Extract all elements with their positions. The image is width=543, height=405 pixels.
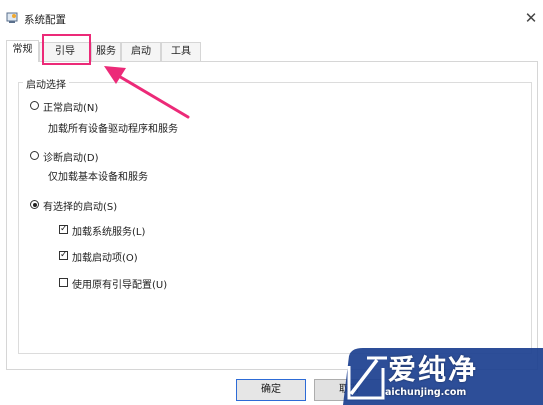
window-title: 系统配置 — [24, 14, 66, 26]
ok-button[interactable]: 确定 — [236, 379, 306, 401]
load-system-services-checkbox[interactable]: ✓ — [59, 225, 68, 234]
selective-startup-label[interactable]: 有选择的启动(S) — [43, 198, 117, 213]
close-icon[interactable]: ✕ — [522, 9, 540, 27]
load-startup-items-label[interactable]: 加载启动项(O) — [72, 249, 138, 264]
watermark-brand: 爱纯净 — [388, 353, 479, 386]
tab-startup[interactable]: 启动 — [121, 42, 161, 61]
normal-startup-label[interactable]: 正常启动(N) — [43, 99, 98, 114]
selective-startup-radio[interactable] — [30, 200, 39, 209]
load-system-services-label[interactable]: 加载系统服务(L) — [72, 223, 145, 238]
tab-tools[interactable]: 工具 — [161, 42, 201, 61]
load-startup-items-checkbox[interactable]: ✓ — [59, 251, 68, 260]
tab-services[interactable]: 服务 — [91, 42, 121, 61]
title-bar — [0, 0, 543, 38]
use-original-boot-config-label[interactable]: 使用原有引导配置(U) — [72, 276, 167, 291]
normal-startup-radio[interactable] — [30, 101, 39, 110]
diagnostic-startup-description: 仅加载基本设备和服务 — [48, 172, 148, 183]
tab-general[interactable]: 常规 — [6, 40, 39, 62]
tab-highlight-box — [42, 34, 91, 65]
group-label: 启动选择 — [23, 76, 69, 91]
diagnostic-startup-label[interactable]: 诊断启动(D) — [43, 149, 99, 164]
diagnostic-startup-radio[interactable] — [30, 151, 39, 160]
normal-startup-description: 加载所有设备驱动程序和服务 — [48, 124, 178, 135]
use-original-boot-config-checkbox[interactable] — [59, 278, 68, 287]
watermark-url: aichunjing.com — [385, 387, 467, 398]
system-config-icon — [6, 12, 18, 23]
